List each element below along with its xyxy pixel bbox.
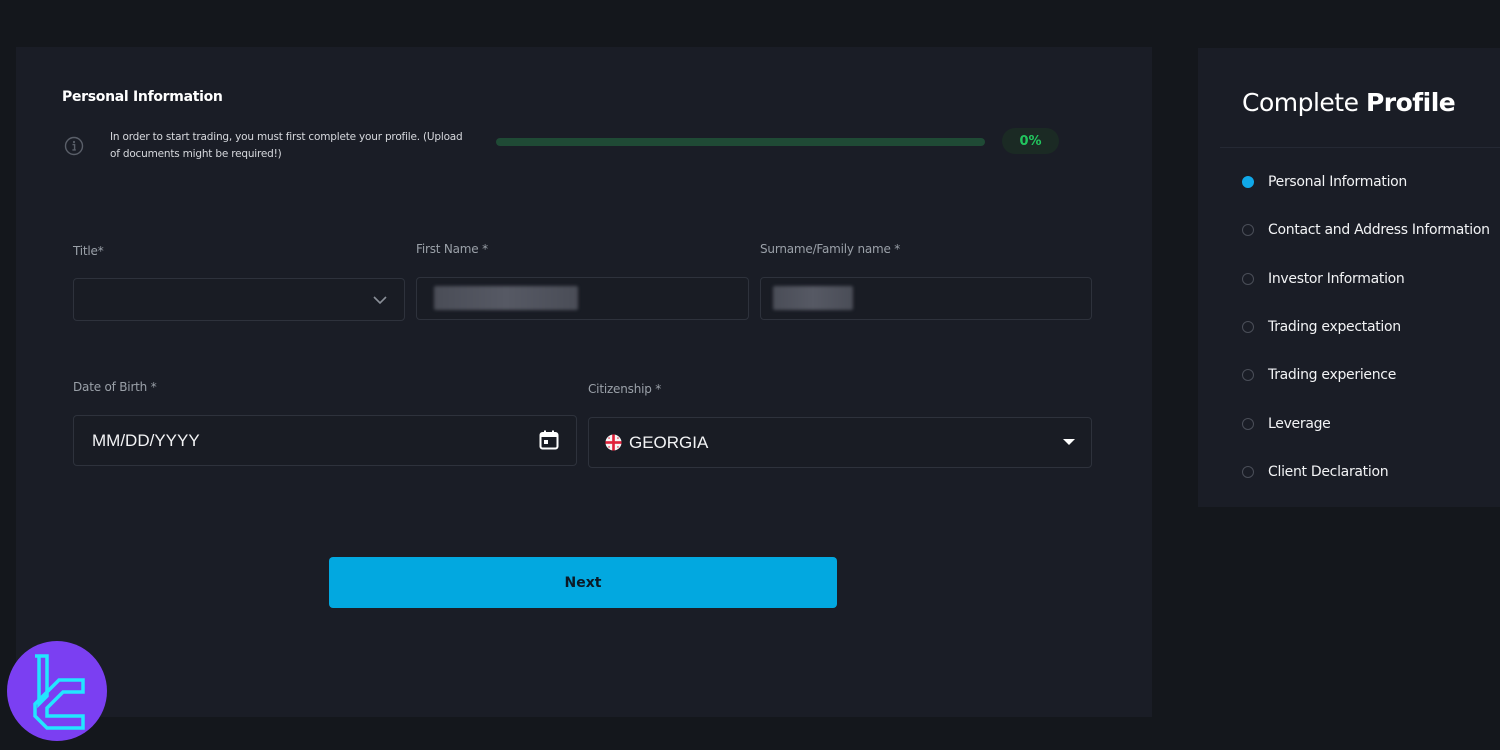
step-contact-address-information[interactable]: Contact and Address Information (1242, 206, 1490, 254)
step-investor-information[interactable]: Investor Information (1242, 255, 1490, 303)
citizenship-select[interactable]: GEORGIA (588, 417, 1092, 468)
date-placeholder: MM/DD/YYYY (92, 430, 200, 450)
step-indicator-icon (1242, 369, 1254, 382)
calendar-icon[interactable] (538, 429, 560, 451)
title-select[interactable] (73, 278, 405, 321)
info-message: In order to start trading, you must firs… (110, 131, 463, 160)
first-name-label: First Name * (416, 242, 488, 256)
next-button[interactable]: Next (329, 557, 837, 608)
complete-profile-sidebar: Complete Profile Personal Information Co… (1198, 48, 1500, 507)
step-label: Leverage (1268, 415, 1331, 432)
sidebar-divider (1220, 147, 1500, 148)
step-indicator-icon (1242, 465, 1254, 478)
brand-logo-icon (7, 641, 107, 741)
chevron-down-icon (373, 296, 387, 305)
caret-down-icon (1063, 439, 1075, 445)
step-trading-experience[interactable]: Trading experience (1242, 351, 1490, 399)
step-indicator-icon (1242, 417, 1254, 430)
surname-label: Surname/Family name * (760, 242, 901, 256)
step-label: Trading expectation (1268, 319, 1401, 336)
title-label: Title* (73, 244, 104, 258)
personal-information-panel: Personal Information In order to start t… (16, 47, 1152, 717)
step-label: Trading experience (1268, 367, 1397, 384)
citizenship-label: Citizenship * (588, 382, 662, 396)
sidebar-title: Complete Profile (1242, 88, 1456, 117)
first-name-input[interactable] (416, 277, 749, 320)
step-label: Contact and Address Information (1268, 222, 1490, 239)
date-of-birth-label: Date of Birth * (73, 380, 157, 394)
surname-value-redacted (773, 286, 853, 310)
sidebar-title-bold: Profile (1365, 88, 1456, 117)
step-label: Personal Information (1268, 174, 1408, 191)
step-indicator-active-icon (1242, 176, 1254, 189)
step-indicator-icon (1242, 321, 1254, 334)
step-label: Client Declaration (1268, 463, 1389, 480)
citizenship-value: GEORGIA (629, 432, 709, 452)
step-label: Investor Information (1268, 270, 1405, 287)
step-personal-information[interactable]: Personal Information (1242, 158, 1490, 206)
profile-progress-bar (496, 138, 985, 146)
date-of-birth-input[interactable]: MM/DD/YYYY (73, 415, 577, 466)
sidebar-title-light: Complete (1242, 88, 1359, 117)
profile-steps-list: Personal Information Contact and Address… (1242, 158, 1490, 496)
step-indicator-icon (1242, 272, 1254, 285)
info-circle-icon (64, 136, 84, 156)
first-name-value-redacted (434, 286, 578, 310)
progress-percent-badge: 0% (1002, 128, 1059, 154)
surname-input[interactable] (760, 277, 1092, 320)
step-client-declaration[interactable]: Client Declaration (1242, 448, 1490, 496)
step-leverage[interactable]: Leverage (1242, 399, 1490, 447)
section-title: Personal Information (62, 89, 223, 105)
step-trading-expectation[interactable]: Trading expectation (1242, 303, 1490, 351)
georgia-flag-icon (605, 434, 622, 451)
step-indicator-icon (1242, 224, 1254, 237)
